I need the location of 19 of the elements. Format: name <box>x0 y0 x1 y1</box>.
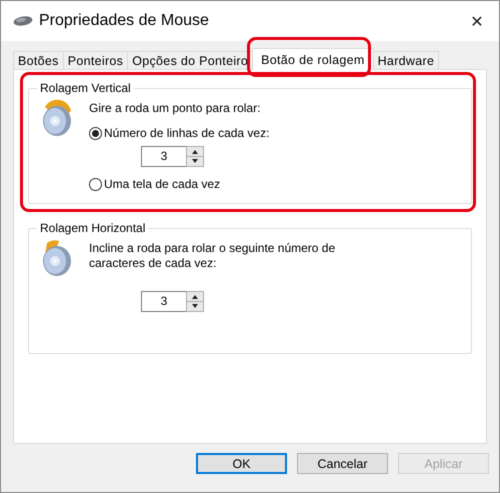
description-text: Incline a roda para rolar o seguinte número de caracteres de cada vez: <box>89 241 336 271</box>
number-field[interactable]: 3 <box>141 291 186 312</box>
tab[interactable]: Hardware <box>372 51 440 69</box>
close-button[interactable]: ✕ <box>455 1 499 41</box>
spin-buttons[interactable] <box>186 146 204 167</box>
tab[interactable]: Botão de rolagem <box>252 48 374 70</box>
dialog-button[interactable]: Cancelar <box>297 453 388 474</box>
mouse-icon <box>13 15 33 27</box>
window-title: Propriedades de Mouse <box>39 12 209 30</box>
tab[interactable]: Botões <box>13 51 64 69</box>
radio-option[interactable]: Uma tela de cada vez <box>89 177 220 191</box>
spin-buttons[interactable] <box>186 291 204 312</box>
tab[interactable]: Opções do Ponteiro <box>127 51 254 69</box>
radio-option[interactable]: Número de linhas de cada vez: <box>89 126 270 140</box>
group-title: Rolagem Vertical <box>37 81 134 95</box>
dialog-button[interactable]: OK <box>196 453 287 474</box>
group-title: Rolagem Horizontal <box>37 221 148 235</box>
number-field[interactable]: 3 <box>141 146 186 167</box>
description-text: Gire a roda um ponto para rolar: <box>89 101 262 116</box>
